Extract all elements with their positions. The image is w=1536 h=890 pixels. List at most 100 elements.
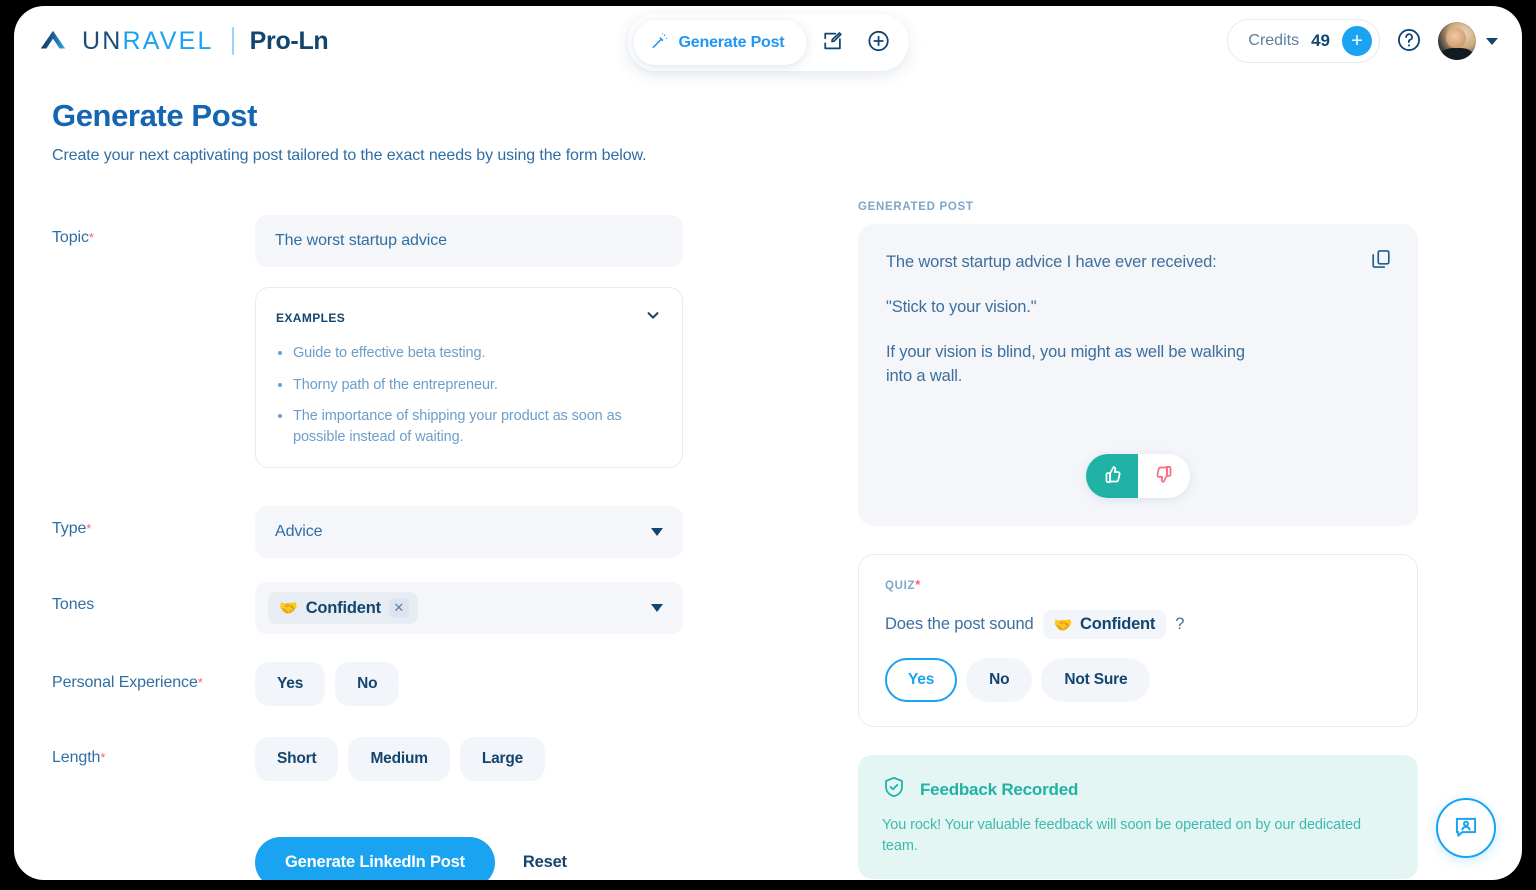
output-panel: GENERATED POST The worst startup advice …: [858, 201, 1418, 880]
thumbs-up-button[interactable]: [1086, 454, 1138, 498]
type-select[interactable]: Advice: [255, 506, 683, 559]
avatar: [1438, 22, 1476, 60]
chat-support-icon: [1453, 814, 1479, 843]
remove-tone-icon[interactable]: ✕: [388, 598, 409, 619]
edit-square-icon: [821, 30, 843, 55]
generate-linkedin-post-button[interactable]: Generate LinkedIn Post: [255, 837, 495, 880]
list-item: Thorny path of the entrepreneur.: [276, 375, 662, 396]
required-marker: *: [197, 675, 203, 691]
form-row-tones: Tones 🤝 Confident ✕: [52, 582, 842, 635]
brand-subtitle: Pro-Ln: [249, 26, 329, 55]
length-control: Short Medium Large: [255, 735, 842, 782]
chevron-down-icon[interactable]: [644, 306, 662, 329]
reset-button[interactable]: Reset: [523, 853, 567, 872]
required-marker: *: [915, 577, 922, 592]
header-right-cluster: Credits 49 +: [1227, 19, 1498, 63]
generate-post-button[interactable]: Generate Post: [633, 20, 807, 65]
thumbs-up-icon: [1101, 463, 1124, 489]
brand-wordmark: UN RAVEL Pro-Ln: [82, 26, 329, 56]
brand-word-part-2: RAVEL: [122, 26, 214, 55]
tone-chip-confident: 🤝 Confident ✕: [268, 592, 418, 625]
quiz-tone-chip: 🤝 Confident: [1042, 610, 1167, 639]
personal-experience-control: Yes No: [255, 660, 842, 707]
post-paragraph: The worst startup advice I have ever rec…: [886, 253, 1217, 271]
quiz-question-suffix: ?: [1175, 615, 1185, 633]
copy-post-button[interactable]: [1370, 248, 1392, 273]
feedback-banner-header: Feedback Recorded: [882, 775, 1394, 804]
content-columns: Topic* EXAMPLES: [52, 201, 1484, 880]
tones-select[interactable]: 🤝 Confident ✕: [255, 582, 683, 635]
required-marker: *: [88, 230, 94, 245]
credits-pill[interactable]: Credits 49 +: [1227, 19, 1380, 63]
quiz-label-text: QUIZ: [885, 580, 916, 592]
personal-experience-option-no[interactable]: No: [335, 662, 400, 707]
thumbs-down-button[interactable]: [1138, 454, 1190, 498]
length-label-text: Length: [52, 749, 101, 767]
magic-wand-icon: [650, 31, 670, 54]
chevron-down-icon: [651, 528, 663, 537]
required-marker: *: [100, 750, 106, 766]
type-control: Advice: [255, 506, 842, 559]
examples-list: Guide to effective beta testing. Thorny …: [276, 343, 662, 447]
quiz-question-prefix: Does the post sound: [885, 615, 1034, 633]
quiz-option-no[interactable]: No: [966, 658, 1033, 702]
user-menu[interactable]: [1438, 22, 1498, 60]
list-item: The importance of shipping your product …: [276, 406, 662, 447]
brand-divider: [231, 27, 234, 55]
personal-experience-options: Yes No: [255, 660, 842, 707]
header-action-cluster: Generate Post: [627, 14, 909, 71]
generate-form: Topic* EXAMPLES: [52, 201, 842, 880]
tones-label-text: Tones: [52, 596, 95, 614]
unravel-logo-icon: [38, 26, 68, 56]
quiz-option-yes[interactable]: Yes: [885, 658, 958, 702]
length-option-medium[interactable]: Medium: [348, 737, 450, 782]
quiz-question: Does the post sound 🤝 Confident ?: [885, 610, 1391, 639]
topic-label-text: Topic: [52, 229, 89, 246]
list-item: Guide to effective beta testing.: [276, 343, 662, 364]
examples-title: EXAMPLES: [276, 310, 346, 325]
chevron-down-icon: [1486, 37, 1498, 45]
feedback-banner-body: You rock! Your valuable feedback will so…: [882, 817, 1361, 855]
plus-circle-icon: [866, 29, 890, 56]
form-row-type: Type* Advice: [52, 506, 842, 559]
tones-label: Tones: [52, 582, 255, 614]
type-label: Type*: [52, 506, 255, 538]
handshake-emoji-icon: 🤝: [279, 599, 298, 617]
brand-logo[interactable]: UN RAVEL Pro-Ln: [38, 26, 329, 56]
post-paragraph: If your vision is blind, you might as we…: [886, 342, 1245, 386]
type-label-text: Type: [52, 520, 87, 538]
generated-post-label: GENERATED POST: [858, 201, 974, 213]
quiz-option-not-sure[interactable]: Not Sure: [1041, 658, 1151, 702]
length-option-large[interactable]: Large: [459, 737, 546, 782]
question-circle-icon: [1396, 27, 1422, 56]
handshake-emoji-icon: 🤝: [1053, 616, 1073, 634]
app-header: UN RAVEL Pro-Ln Generate Post Credits 49…: [14, 6, 1522, 76]
shield-check-icon: [882, 775, 906, 804]
chat-support-button[interactable]: [1436, 798, 1496, 858]
generated-post-text: The worst startup advice I have ever rec…: [886, 250, 1390, 389]
post-feedback-toggle: [1086, 454, 1190, 498]
add-new-button[interactable]: [858, 23, 898, 63]
help-button[interactable]: [1396, 27, 1422, 56]
generated-post-card: The worst startup advice I have ever rec…: [858, 224, 1418, 526]
topic-label: Topic*: [52, 215, 255, 247]
form-actions: Generate LinkedIn Post Reset: [255, 837, 842, 880]
page-body: Generate Post Create your next captivati…: [14, 76, 1522, 880]
add-credits-button[interactable]: +: [1342, 26, 1372, 56]
quiz-card: QUIZ* Does the post sound 🤝 Confident ? …: [858, 554, 1418, 727]
personal-experience-label-text: Personal Experience: [52, 674, 198, 692]
app-window: UN RAVEL Pro-Ln Generate Post Credits 49…: [14, 6, 1522, 880]
chevron-down-icon: [651, 604, 663, 613]
edit-square-button[interactable]: [812, 23, 852, 63]
copy-icon: [1370, 250, 1392, 273]
personal-experience-option-yes[interactable]: Yes: [255, 662, 326, 707]
examples-header[interactable]: EXAMPLES: [276, 306, 662, 329]
avatar-face: [1446, 28, 1467, 48]
topic-input[interactable]: [255, 215, 683, 267]
examples-card: EXAMPLES Guide to effective beta testing…: [255, 287, 683, 469]
length-option-short[interactable]: Short: [255, 737, 339, 782]
required-marker: *: [86, 521, 92, 537]
tones-control: 🤝 Confident ✕: [255, 582, 842, 635]
post-paragraph: "Stick to your vision.": [886, 297, 1037, 316]
page-title: Generate Post: [52, 98, 257, 133]
